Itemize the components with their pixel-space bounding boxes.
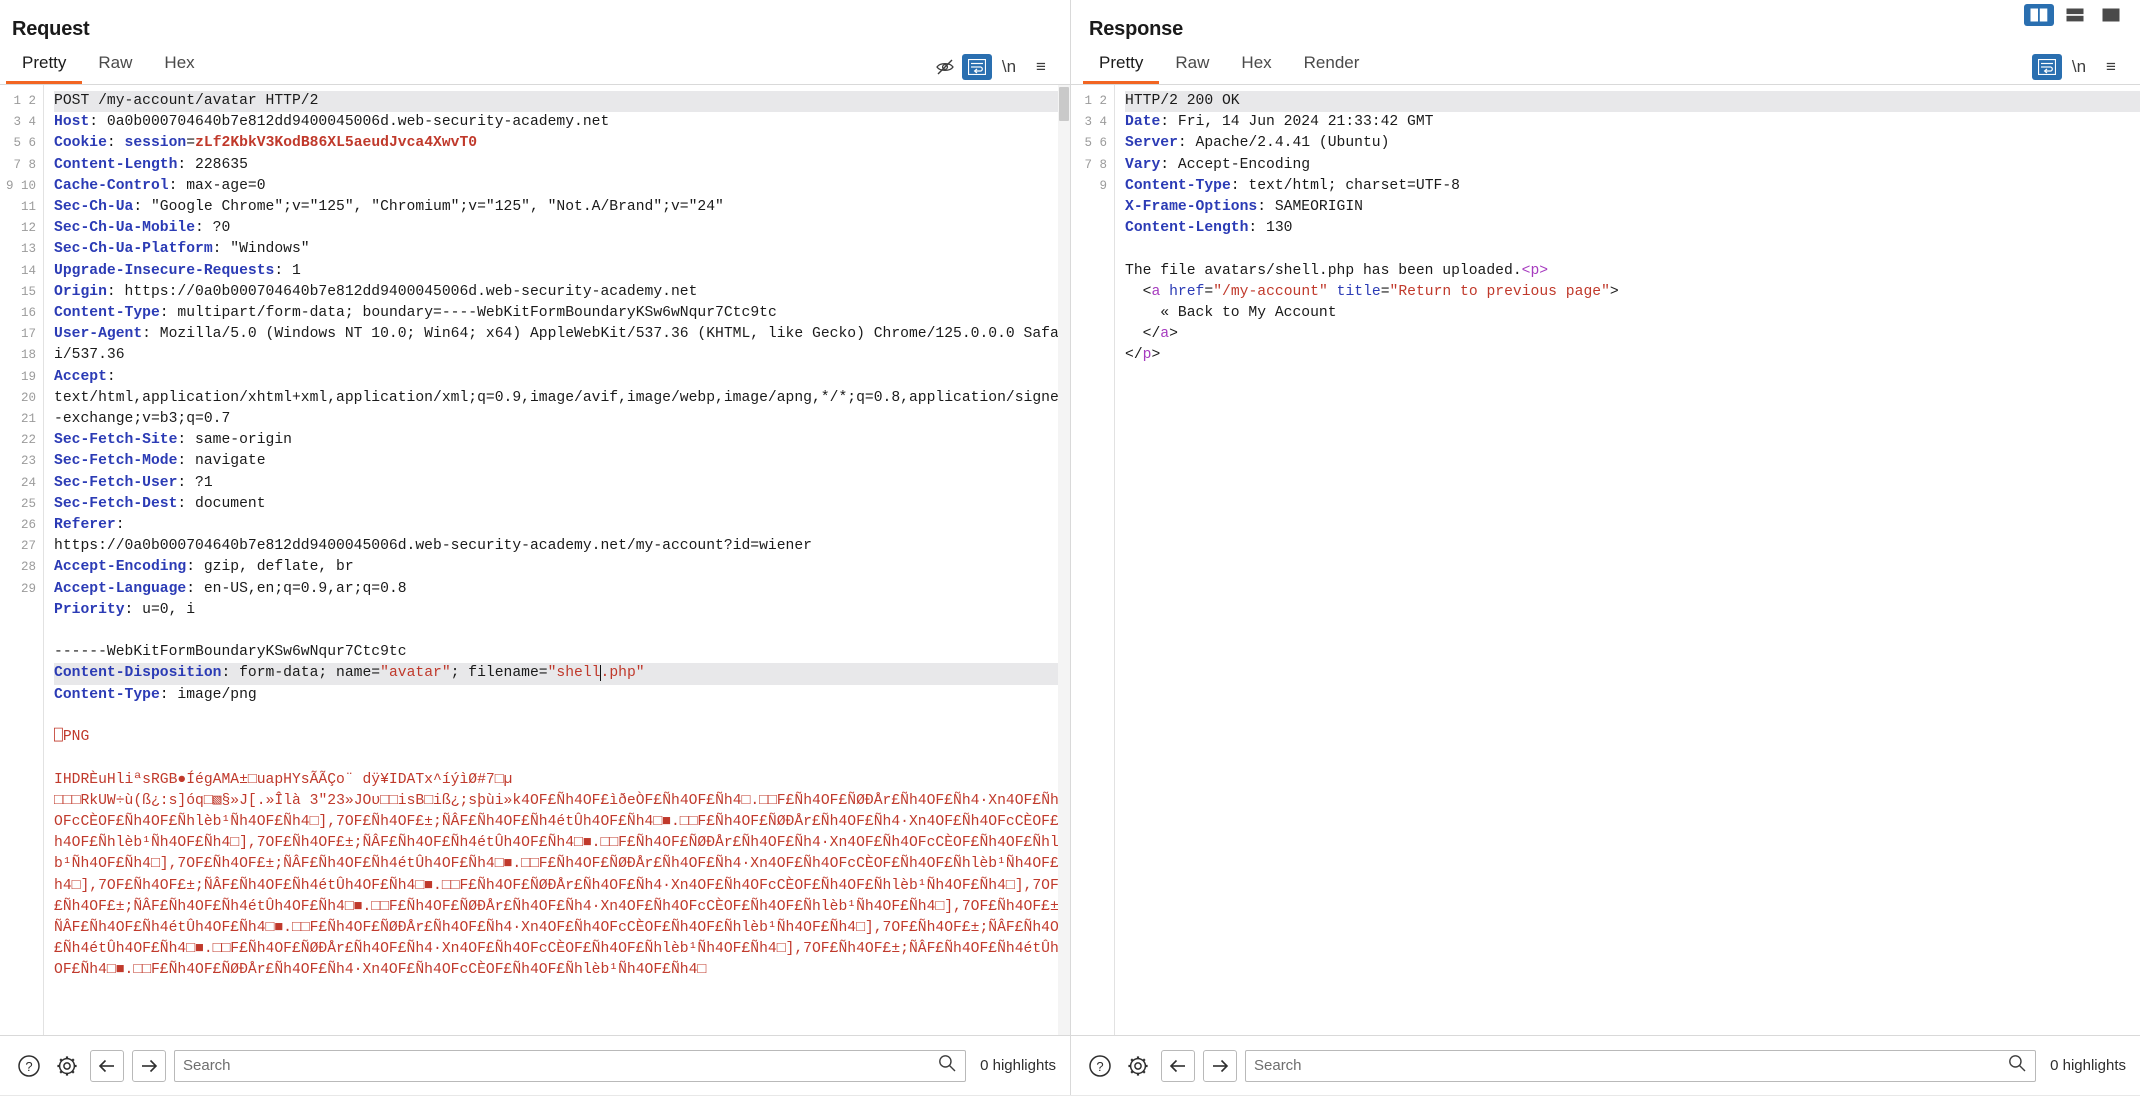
search-previous-button[interactable] <box>90 1049 124 1082</box>
response-editor[interactable]: 1 2 3 4 5 6 7 8 9 HTTP/2 200 OK Date: Fri… <box>1071 85 2140 1035</box>
layout-single-pane-button[interactable] <box>2096 4 2126 26</box>
response-line-numbers: 1 2 3 4 5 6 7 8 9 <box>1071 85 1115 1035</box>
word-wrap-icon[interactable] <box>962 54 992 80</box>
request-pane: Request Pretty Raw Hex \n ≡ 1 2 3 4 5 6 … <box>0 0 1070 1035</box>
burp-repeater-window: Request Pretty Raw Hex \n ≡ 1 2 3 4 5 6 … <box>0 0 2140 1109</box>
gear-icon[interactable] <box>52 1051 82 1081</box>
search-icon[interactable] <box>937 1053 957 1078</box>
horizontal-split-icon <box>2066 8 2084 22</box>
response-tab-hex[interactable]: Hex <box>1225 49 1287 84</box>
svg-text:?: ? <box>1096 1059 1103 1074</box>
request-tab-raw[interactable]: Raw <box>82 49 148 84</box>
response-pane: Response Pretty Raw Hex Render \n ≡ 1 2 … <box>1070 0 2140 1035</box>
panes-container: Request Pretty Raw Hex \n ≡ 1 2 3 4 5 6 … <box>0 0 2140 1035</box>
response-highlights-count: 0 highlights <box>2050 1057 2126 1074</box>
gear-glyph <box>57 1055 77 1076</box>
response-search-input[interactable] <box>1254 1057 2008 1074</box>
word-wrap-glyph <box>2038 59 2056 75</box>
response-toolbar: \n ≡ <box>2032 54 2140 84</box>
request-search-box[interactable] <box>174 1049 967 1082</box>
request-scrollbar-thumb[interactable] <box>1059 87 1069 121</box>
request-tabstrip: Pretty Raw Hex \n ≡ <box>0 51 1070 85</box>
magnifier-glyph <box>2009 1055 2026 1072</box>
request-title: Request <box>12 18 90 40</box>
menu-icon[interactable]: ≡ <box>2096 54 2126 80</box>
response-code[interactable]: HTTP/2 200 OK Date: Fri, 14 Jun 2024 21:3… <box>1115 85 2140 1035</box>
magnifier-glyph <box>939 1055 956 1072</box>
request-highlights-count: 0 highlights <box>980 1057 1056 1074</box>
search-icon[interactable] <box>2007 1053 2027 1078</box>
layout-vertical-split-button[interactable] <box>2024 4 2054 26</box>
word-wrap-glyph <box>968 59 986 75</box>
menu-icon[interactable]: ≡ <box>1026 54 1056 80</box>
request-tab-hex[interactable]: Hex <box>148 49 210 84</box>
search-next-button[interactable] <box>132 1049 166 1082</box>
newline-icon[interactable]: \n <box>2064 54 2094 80</box>
request-search-bar: ? Search 0 highlights <box>0 1036 1070 1095</box>
gear-icon[interactable] <box>1123 1051 1153 1081</box>
help-glyph: ? <box>1089 1054 1111 1077</box>
single-pane-icon <box>2102 8 2120 22</box>
request-code[interactable]: POST /my-account/avatar HTTP/2 Host: 0a0b… <box>44 85 1070 1035</box>
eye-slash-glyph <box>936 59 954 75</box>
gear-glyph <box>1128 1055 1148 1076</box>
help-glyph: ? <box>18 1054 40 1077</box>
response-tab-raw[interactable]: Raw <box>1159 49 1225 84</box>
arrow-left-icon <box>98 1059 114 1072</box>
arrow-left-icon <box>1169 1059 1185 1072</box>
response-tab-render[interactable]: Render <box>1288 49 1376 84</box>
layout-button-group <box>2024 4 2126 26</box>
response-search-bar: ? Search 0 highlights <box>1070 1036 2140 1095</box>
request-search-input[interactable] <box>183 1057 938 1074</box>
bottom-toolbar: ? Search 0 highlights ? Search 0 highlig… <box>0 1035 2140 1095</box>
window-footer <box>0 1095 2140 1109</box>
help-icon[interactable]: ? <box>14 1051 44 1081</box>
arrow-right-icon <box>1213 1059 1229 1072</box>
eye-slash-icon[interactable] <box>930 54 960 80</box>
request-tab-pretty[interactable]: Pretty <box>6 49 83 84</box>
response-search-box[interactable] <box>1245 1049 2037 1082</box>
request-scrollbar[interactable] <box>1058 85 1070 1035</box>
search-next-button[interactable] <box>1203 1049 1237 1082</box>
newline-icon[interactable]: \n <box>994 54 1024 80</box>
search-previous-button[interactable] <box>1161 1049 1195 1082</box>
request-editor[interactable]: 1 2 3 4 5 6 7 8 9 10 11 12 13 14 15 16 1… <box>0 85 1070 1035</box>
response-tabstrip: Pretty Raw Hex Render \n ≡ <box>1071 51 2140 85</box>
response-tab-pretty[interactable]: Pretty <box>1083 49 1160 84</box>
layout-horizontal-split-button[interactable] <box>2060 4 2090 26</box>
response-title: Response <box>1089 18 1183 40</box>
request-line-numbers: 1 2 3 4 5 6 7 8 9 10 11 12 13 14 15 16 1… <box>0 85 44 1035</box>
arrow-right-icon <box>142 1059 158 1072</box>
help-icon[interactable]: ? <box>1085 1051 1115 1081</box>
svg-text:?: ? <box>25 1059 32 1074</box>
vertical-split-icon <box>2030 8 2048 22</box>
word-wrap-icon[interactable] <box>2032 54 2062 80</box>
request-toolbar: \n ≡ <box>930 54 1070 84</box>
